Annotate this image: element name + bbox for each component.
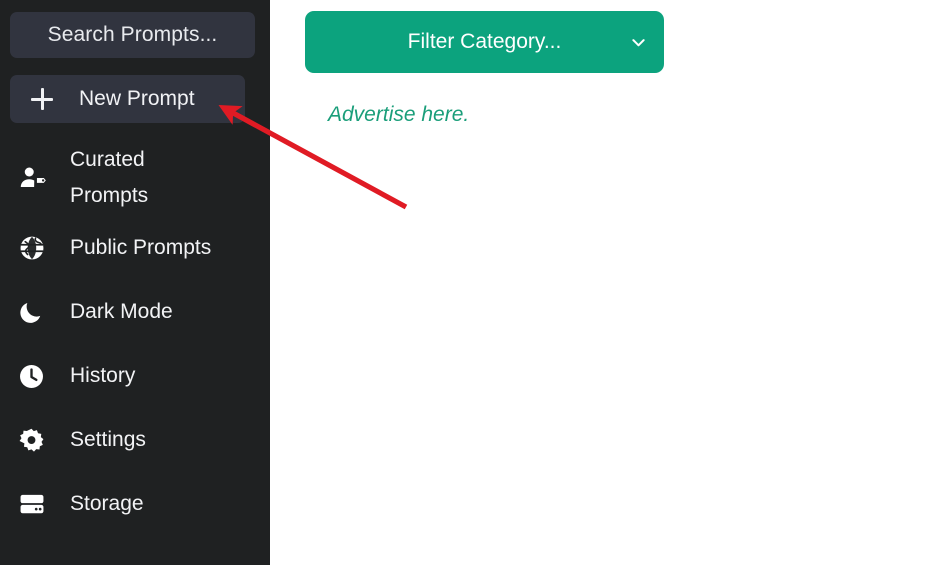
globe-icon bbox=[18, 232, 52, 264]
sidebar-item-label: History bbox=[70, 363, 136, 387]
person-tag-icon bbox=[18, 162, 52, 194]
app-root: Search Prompts... New Prompt Curated Pro… bbox=[0, 0, 937, 565]
server-storage-icon bbox=[18, 488, 52, 520]
sidebar: Search Prompts... New Prompt Curated Pro… bbox=[0, 0, 270, 565]
sidebar-item-settings[interactable]: Settings bbox=[0, 408, 270, 472]
sidebar-item-label: Settings bbox=[70, 427, 146, 451]
filter-category-dropdown[interactable]: Filter Category... bbox=[305, 11, 664, 73]
moon-icon bbox=[18, 296, 52, 328]
main-content: Filter Category... Advertise here. bbox=[270, 0, 937, 565]
sidebar-item-label: Public Prompts bbox=[70, 235, 212, 259]
sidebar-nav: Curated Prompts Public Prompts Dark Mode… bbox=[0, 140, 270, 536]
sidebar-item-storage[interactable]: Storage bbox=[0, 472, 270, 536]
gear-icon bbox=[18, 424, 52, 456]
clock-icon bbox=[18, 360, 52, 392]
sidebar-item-curated-prompts[interactable]: Curated Prompts bbox=[0, 140, 270, 216]
new-prompt-label: New Prompt bbox=[79, 87, 195, 110]
chevron-down-icon bbox=[628, 32, 648, 52]
sidebar-item-public-prompts[interactable]: Public Prompts bbox=[0, 216, 270, 280]
sidebar-item-label: Storage bbox=[70, 491, 144, 515]
filter-category-label: Filter Category... bbox=[407, 30, 562, 53]
sidebar-item-history[interactable]: History bbox=[0, 344, 270, 408]
new-prompt-button[interactable]: New Prompt bbox=[10, 75, 245, 123]
sidebar-item-label: Dark Mode bbox=[70, 299, 173, 323]
sidebar-item-label: Curated Prompts bbox=[70, 147, 149, 207]
sidebar-item-dark-mode[interactable]: Dark Mode bbox=[0, 280, 270, 344]
advertise-here-text: Advertise here. bbox=[328, 103, 470, 126]
search-input-placeholder: Search Prompts... bbox=[47, 23, 218, 46]
search-input[interactable]: Search Prompts... bbox=[10, 12, 255, 58]
plus-icon bbox=[31, 88, 53, 110]
